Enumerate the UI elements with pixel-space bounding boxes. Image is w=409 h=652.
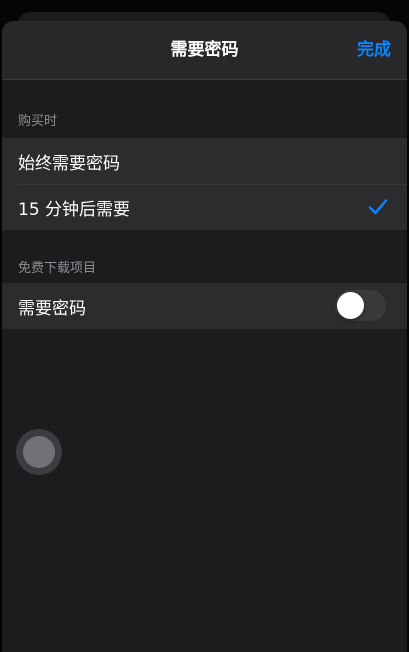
screen: 需要密码 完成 购买时 始终需要密码 15 分钟后需要 免费下载项目 需要密码 [0,0,409,652]
free-downloads-password-label: 需要密码 [18,298,86,319]
option-always-require[interactable]: 始终需要密码 [2,138,407,184]
free-downloads-password-row: 需要密码 [2,283,407,329]
option-require-after-15-minutes[interactable]: 15 分钟后需要 [2,184,407,230]
purchase-options-group: 始终需要密码 15 分钟后需要 [2,138,407,230]
section-header-free-downloads: 免费下载项目 [18,261,97,276]
done-button[interactable]: 完成 [357,39,391,61]
option-always-require-label: 始终需要密码 [18,153,120,174]
free-downloads-group: 需要密码 [2,283,407,329]
option-require-after-15-minutes-label: 15 分钟后需要 [18,199,131,220]
checkmark-icon [368,199,388,215]
page-title: 需要密码 [170,40,239,60]
toggle-knob [337,292,364,319]
require-password-toggle[interactable] [335,290,386,321]
assistive-touch-icon[interactable] [16,429,62,475]
password-settings-sheet: 需要密码 完成 购买时 始终需要密码 15 分钟后需要 免费下载项目 需要密码 [2,21,407,652]
navigation-bar: 需要密码 完成 [2,21,407,80]
assistive-touch-inner-circle [23,436,55,468]
section-header-purchases: 购买时 [18,114,58,129]
